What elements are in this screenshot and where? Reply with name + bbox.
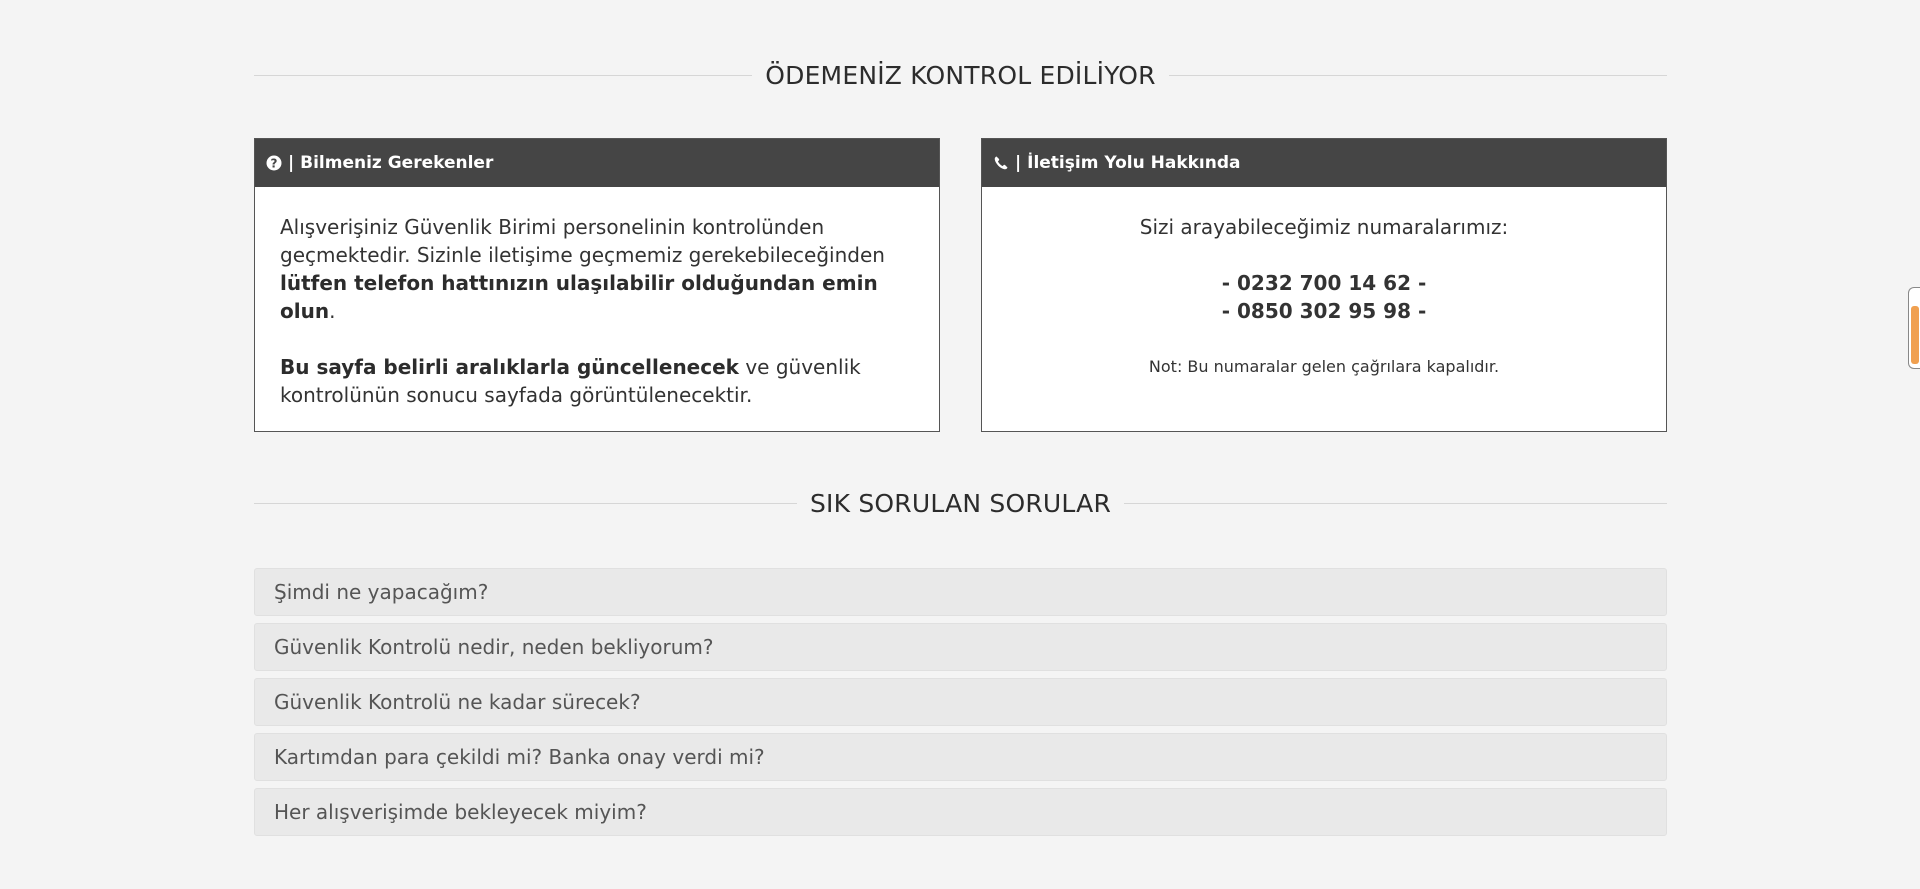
- phone-number: - 0850 302 95 98 -: [1221, 299, 1427, 323]
- scroll-indicator[interactable]: [1908, 287, 1920, 369]
- info-text-bold: Bu sayfa belirli aralıklarla güncellenec…: [280, 355, 739, 379]
- info-box-contact: | İletişim Yolu Hakkında Sizi arayabilec…: [981, 138, 1667, 432]
- main-container: ÖDEMENİZ KONTROL EDİLİYOR ? | Bilmeniz G…: [254, 0, 1667, 843]
- info-box-header: ? | Bilmeniz Gerekenler: [255, 139, 939, 187]
- info-boxes: ? | Bilmeniz Gerekenler Alışverişiniz Gü…: [254, 138, 1667, 432]
- info-paragraph-1: Alışverişiniz Güvenlik Birimi personelin…: [280, 213, 915, 325]
- contact-box-title: | İletişim Yolu Hakkında: [1015, 153, 1241, 173]
- info-box-what-to-know: ? | Bilmeniz Gerekenler Alışverişiniz Gü…: [254, 138, 940, 432]
- svg-text:?: ?: [271, 156, 278, 170]
- faq-item[interactable]: Her alışverişimde bekleyecek miyim?: [254, 788, 1667, 836]
- phone-number: - 0232 700 14 62 -: [1221, 271, 1427, 295]
- section-title-payment-check: ÖDEMENİZ KONTROL EDİLİYOR: [254, 55, 1667, 95]
- section-title-faq: SIK SORULAN SORULAR: [254, 483, 1667, 523]
- faq-list: Şimdi ne yapacağım? Güvenlik Kontrolü ne…: [254, 568, 1667, 836]
- info-box-body: Alışverişiniz Güvenlik Birimi personelin…: [255, 187, 939, 409]
- faq-item[interactable]: Kartımdan para çekildi mi? Banka onay ve…: [254, 733, 1667, 781]
- contact-box-header: | İletişim Yolu Hakkında: [982, 139, 1666, 187]
- faq-item[interactable]: Şimdi ne yapacağım?: [254, 568, 1667, 616]
- faq-heading: SIK SORULAN SORULAR: [796, 488, 1125, 518]
- info-paragraph-2: Bu sayfa belirli aralıklarla güncellenec…: [280, 353, 915, 409]
- faq-item[interactable]: Güvenlik Kontrolü ne kadar sürecek?: [254, 678, 1667, 726]
- info-text-end: .: [329, 299, 336, 323]
- phone-icon: [993, 155, 1009, 171]
- info-text-bold: lütfen telefon hattınızın ulaşılabilir o…: [280, 271, 878, 323]
- contact-note: Not: Bu numaralar gelen çağrılara kapalı…: [1148, 357, 1500, 376]
- contact-intro: Sizi arayabileceğimiz numaralarımız:: [1139, 215, 1509, 239]
- payment-check-heading: ÖDEMENİZ KONTROL EDİLİYOR: [752, 60, 1169, 90]
- contact-box-body: Sizi arayabileceğimiz numaralarımız: - 0…: [982, 187, 1666, 381]
- faq-item[interactable]: Güvenlik Kontrolü nedir, neden bekliyoru…: [254, 623, 1667, 671]
- phone-numbers: - 0232 700 14 62 - - 0850 302 95 98 -: [982, 269, 1666, 325]
- info-text: Alışverişiniz Güvenlik Birimi personelin…: [280, 215, 885, 267]
- question-circle-icon: ?: [266, 155, 282, 171]
- info-box-title: | Bilmeniz Gerekenler: [288, 153, 494, 173]
- scroll-thumb[interactable]: [1911, 306, 1919, 364]
